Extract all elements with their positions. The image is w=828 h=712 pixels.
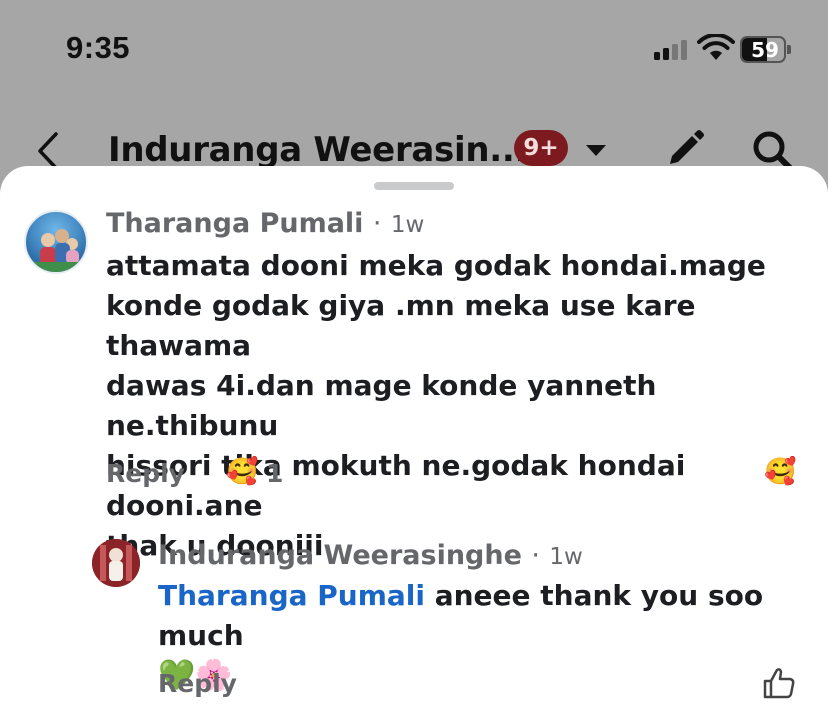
cellular-signal-icon bbox=[654, 40, 687, 60]
sheet-grabber[interactable] bbox=[374, 182, 454, 190]
dropdown-caret-icon[interactable] bbox=[584, 142, 608, 158]
status-time: 9:35 bbox=[66, 30, 131, 65]
care-reaction-icon[interactable]: 🥰 bbox=[226, 456, 258, 488]
comment-line: konde godak giya .mn meka use kare thawa… bbox=[106, 289, 696, 362]
reaction-count[interactable]: 1 bbox=[266, 459, 283, 488]
avatar-photo-icon bbox=[26, 229, 86, 272]
comment-author[interactable]: Tharanga Pumali · 1w bbox=[106, 208, 424, 239]
pencil-icon[interactable] bbox=[664, 128, 706, 170]
reply-author-name[interactable]: Induranga Weerasinghe bbox=[158, 540, 522, 571]
avatar[interactable] bbox=[92, 539, 140, 587]
notification-badge[interactable]: 9+ bbox=[514, 130, 568, 166]
avatar[interactable] bbox=[24, 210, 88, 274]
comment-line: attamata dooni meka godak hondai.mage bbox=[106, 249, 766, 282]
reply-button[interactable]: Reply bbox=[106, 459, 185, 488]
thumbs-up-icon[interactable] bbox=[762, 666, 796, 700]
reply-author[interactable]: Induranga Weerasinghe · 1w bbox=[158, 540, 583, 571]
mention-link[interactable]: Tharanga Pumali bbox=[158, 579, 425, 612]
comment-author-name[interactable]: Tharanga Pumali bbox=[106, 208, 363, 239]
comments-sheet: Tharanga Pumali · 1w attamata dooni meka… bbox=[0, 166, 828, 712]
page-title[interactable]: Induranga Weerasin... bbox=[108, 130, 527, 170]
meta-separator: · bbox=[531, 540, 540, 571]
battery-percent: 59 bbox=[751, 38, 779, 62]
comment-line: hissori tika mokuth ne.godak hondai doon… bbox=[106, 449, 686, 522]
reply-timestamp: 1w bbox=[549, 544, 583, 570]
reply-text: Tharanga Pumali aneee thank you soo much… bbox=[158, 576, 818, 696]
reply-button[interactable]: Reply bbox=[158, 669, 237, 698]
reply-emojis: 💚🌸 bbox=[158, 658, 233, 693]
care-react-button-icon[interactable]: 🥰 bbox=[764, 456, 796, 488]
comment-text: attamata dooni meka godak hondai.mage ko… bbox=[106, 246, 806, 566]
status-bar: 9:35 59 bbox=[0, 0, 828, 100]
wifi-icon bbox=[697, 34, 735, 60]
meta-separator: · bbox=[372, 208, 382, 239]
avatar-photo-icon bbox=[92, 539, 140, 587]
battery-icon: 59 bbox=[740, 36, 791, 63]
comment-timestamp: 1w bbox=[390, 212, 425, 238]
comment-line: dawas 4i.dan mage konde yanneth ne.thibu… bbox=[106, 369, 657, 442]
